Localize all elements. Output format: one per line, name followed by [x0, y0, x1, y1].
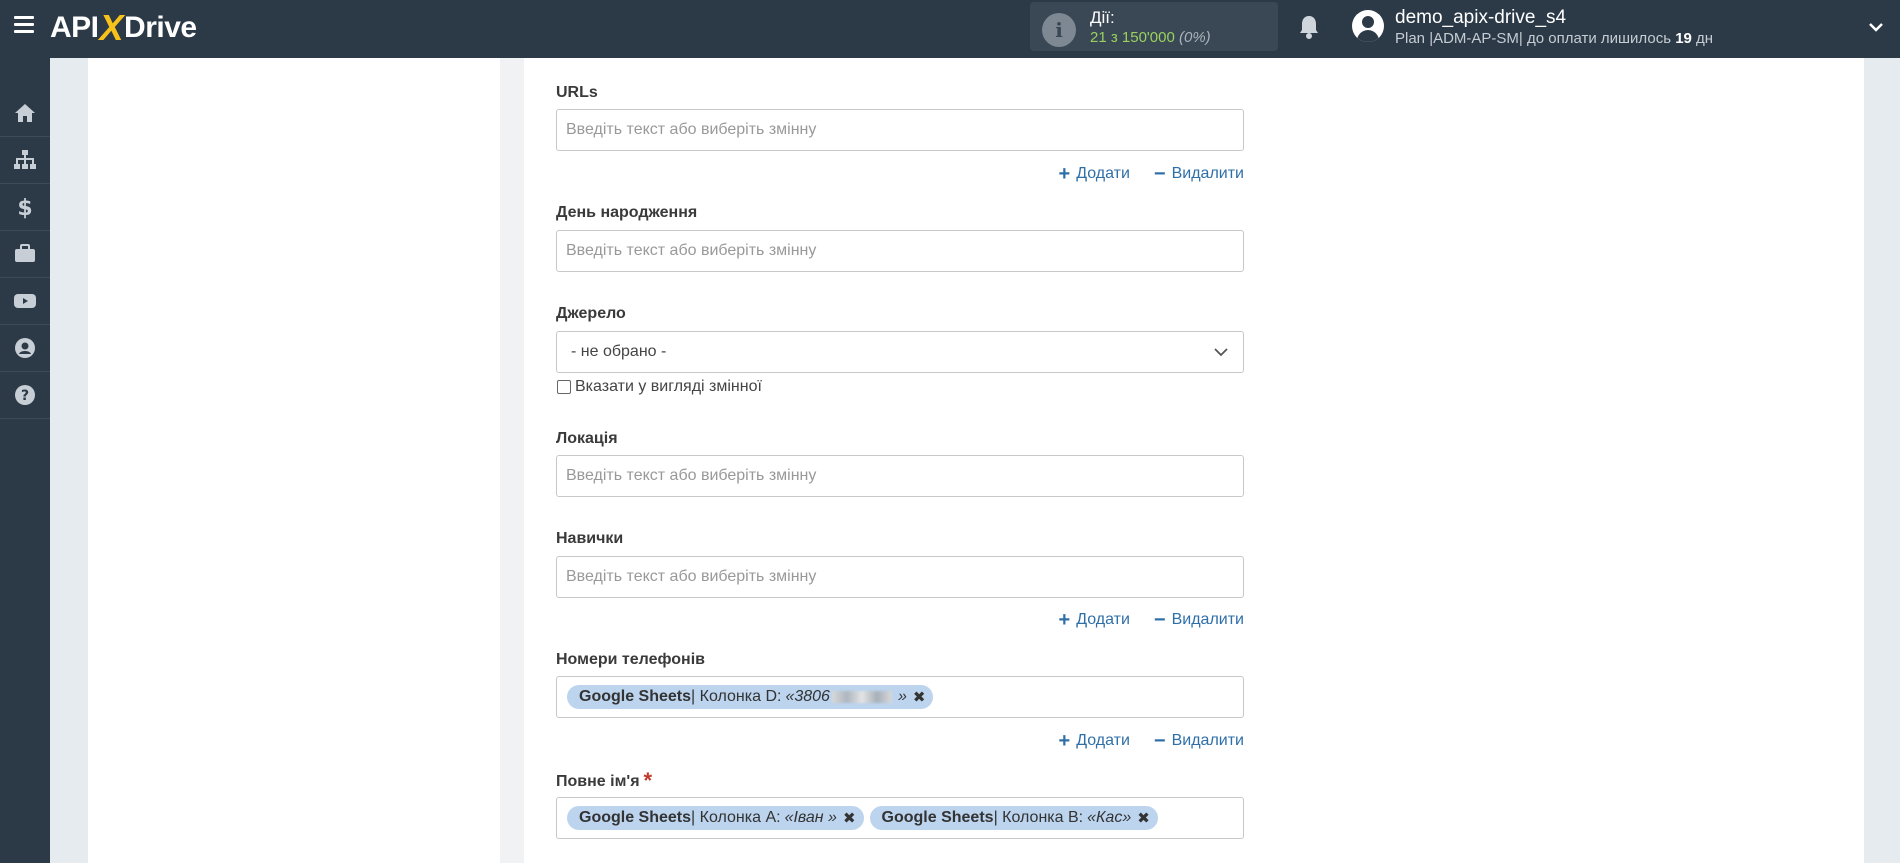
birthday-label: День народження [556, 204, 698, 221]
plan-suffix: дн [1691, 30, 1714, 47]
birthday-input[interactable]: Введіть текст або виберіть змінну [556, 230, 1244, 272]
top-bar: API X Drive i Дії: 21 з 150'000 (0%) demo_… [0, 0, 1900, 58]
tag-column: | Колонка D: [691, 688, 782, 705]
tag-source: Google Sheets [579, 809, 692, 826]
location-input[interactable]: Введіть текст або виберіть змінну [556, 455, 1244, 497]
remove-tag-icon[interactable]: ✖ [913, 688, 926, 706]
add-label: Додати [1076, 165, 1130, 182]
sitemap-icon [14, 150, 36, 169]
plan-days: 19 [1675, 30, 1692, 47]
actions-percent: (0%) [1179, 29, 1211, 46]
tag-value: «3806 [785, 688, 830, 705]
svg-text:$: $ [17, 196, 32, 219]
actions-count: 21 з 150'000 (0%) [1090, 29, 1211, 46]
minus-icon: − [1153, 609, 1166, 631]
urls-label: URLs [556, 84, 598, 101]
actions-label: Дії: [1090, 8, 1115, 27]
source-variable-label: Вказати у вигляді змінної [575, 378, 762, 395]
minus-icon: − [1153, 163, 1166, 185]
required-mark: * [643, 768, 653, 793]
sidebar-item-home[interactable] [0, 90, 50, 137]
redacted-value [831, 691, 892, 703]
minus-icon: − [1153, 730, 1166, 752]
tag-value: «Іван » [784, 809, 837, 826]
tag-value-end: » [897, 688, 907, 705]
tag-value: «Кас» [1087, 809, 1132, 826]
phones-label: Номери телефонів [556, 651, 705, 668]
sidebar-item-help[interactable]: ? [0, 372, 50, 419]
dollar-icon: $ [17, 196, 32, 219]
svg-text:?: ? [21, 388, 29, 404]
briefcase-icon [15, 244, 35, 262]
tag-source: Google Sheets [579, 688, 692, 705]
sidebar-item-profile[interactable] [0, 325, 50, 372]
urls-actions: + Додати − Видалити [1044, 164, 1244, 184]
plus-icon: + [1058, 163, 1071, 185]
home-icon [15, 104, 35, 122]
sidebar-item-connections[interactable] [0, 137, 50, 184]
bell-icon[interactable] [1297, 14, 1321, 40]
left-column [88, 58, 500, 863]
username[interactable]: demo_apix-drive_s4 [1395, 7, 1566, 29]
skills-remove-button[interactable]: − Видалити [1154, 610, 1244, 630]
remove-label: Видалити [1171, 165, 1244, 182]
avatar[interactable] [1352, 10, 1384, 42]
logo-text-right: Drive [124, 11, 197, 44]
skills-actions: + Додати − Видалити [1044, 610, 1244, 630]
skills-label: Навички [556, 530, 624, 547]
add-label: Додати [1076, 732, 1130, 749]
chevron-down-icon[interactable] [1867, 18, 1885, 36]
tag-column: | Колонка B: [993, 809, 1084, 826]
remove-tag-icon[interactable]: ✖ [843, 809, 856, 827]
source-variable-checkbox[interactable] [557, 380, 571, 394]
phone-tag: Google Sheets | Колонка D: «3806 » ✖ [567, 685, 934, 709]
chevron-down-icon [1214, 348, 1228, 357]
urls-add-button[interactable]: + Додати [1059, 164, 1130, 184]
fullname-tag: Google Sheets | Колонка A: «Іван » ✖ [567, 806, 864, 830]
sidebar-item-services[interactable] [0, 231, 50, 278]
remove-label: Видалити [1171, 611, 1244, 628]
column-divider [500, 58, 524, 863]
tag-source: Google Sheets [881, 809, 994, 826]
user-circle-icon [15, 338, 35, 358]
add-label: Додати [1076, 611, 1130, 628]
plus-icon: + [1058, 730, 1071, 752]
skills-input[interactable]: Введіть текст або виберіть змінну [556, 556, 1244, 598]
plan-info: Plan |ADM-AP-SM| до оплати лишилось 19 д… [1395, 30, 1713, 47]
phones-input[interactable]: Google Sheets | Колонка D: «3806 » ✖ [556, 676, 1244, 718]
remove-tag-icon[interactable]: ✖ [1137, 809, 1150, 827]
tag-column: | Колонка A: [691, 809, 781, 826]
actions-count-value: 21 з 150'000 [1090, 29, 1175, 46]
menu-icon[interactable] [14, 16, 34, 34]
fullname-label: Повне ім'я * [556, 768, 652, 794]
skills-add-button[interactable]: + Додати [1059, 610, 1130, 630]
phones-actions: + Додати − Видалити [1044, 731, 1244, 751]
help-icon: ? [15, 385, 35, 405]
plus-icon: + [1058, 609, 1071, 631]
logo-x: X [99, 7, 124, 48]
logo[interactable]: API X Drive [50, 7, 197, 48]
source-selected: - не обрано - [571, 343, 667, 360]
sidebar-item-video[interactable] [0, 278, 50, 325]
remove-label: Видалити [1171, 732, 1244, 749]
phones-remove-button[interactable]: − Видалити [1154, 731, 1244, 751]
info-icon: i [1042, 13, 1076, 47]
location-label: Локація [556, 430, 618, 447]
fullname-label-text: Повне ім'я [556, 773, 640, 790]
source-select[interactable]: - не обрано - [556, 331, 1244, 373]
fullname-input[interactable]: Google Sheets | Колонка A: «Іван » ✖ Goo… [556, 797, 1244, 839]
source-label: Джерело [556, 305, 626, 322]
fullname-tag: Google Sheets | Колонка B: «Кас» ✖ [869, 806, 1158, 830]
plan-prefix: Plan |ADM-AP-SM| до оплати лишилось [1395, 30, 1676, 47]
urls-input[interactable]: Введіть текст або виберіть змінну [556, 109, 1244, 151]
source-variable-option: Вказати у вигляді змінної [557, 378, 762, 396]
urls-remove-button[interactable]: − Видалити [1154, 164, 1244, 184]
logo-text-left: API [50, 11, 99, 44]
sidebar-item-billing[interactable]: $ [0, 184, 50, 231]
sidebar: $ ? [0, 58, 50, 863]
phones-add-button[interactable]: + Додати [1059, 731, 1130, 751]
actions-counter: i Дії: 21 з 150'000 (0%) [1030, 2, 1278, 51]
youtube-icon [14, 294, 36, 308]
